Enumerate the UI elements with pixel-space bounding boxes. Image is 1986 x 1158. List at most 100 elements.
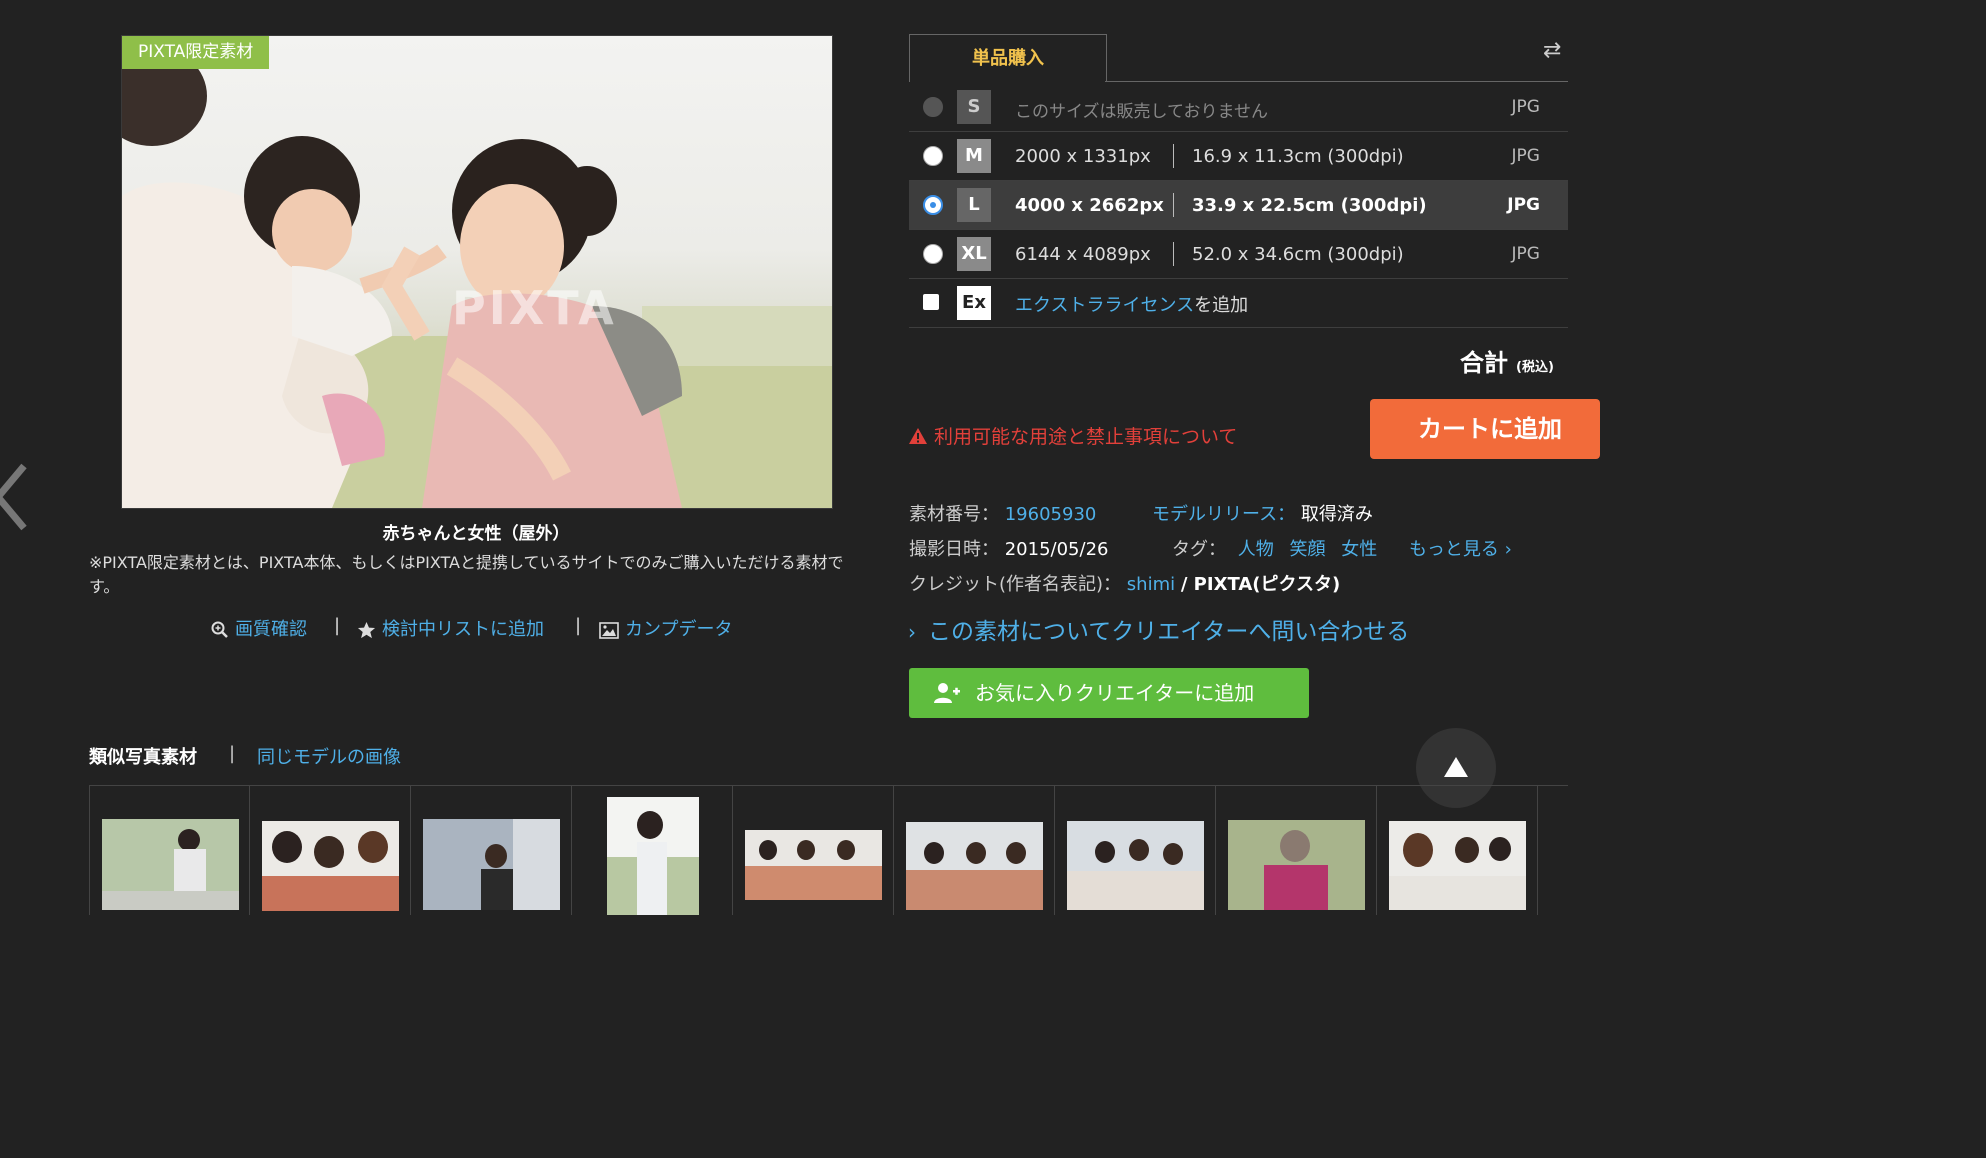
- size-row-xl[interactable]: XL 6144 x 4089px 52.0 x 34.6cm (300dpi) …: [909, 230, 1568, 279]
- add-watchlist-label: 検討中リストに追加: [382, 619, 544, 640]
- size-cm: 33.9 x 22.5cm (300dpi): [1192, 195, 1427, 216]
- similar-thumbnail[interactable]: [893, 786, 1054, 915]
- size-radio-l[interactable]: [923, 195, 943, 215]
- credit-suffix: / PIXTA(ピクスタ): [1180, 574, 1341, 595]
- creator-inquiry-link[interactable]: › この素材についてクリエイターへ問い合わせる: [908, 612, 1409, 646]
- size-format: JPG: [1511, 244, 1540, 264]
- similar-thumbnail[interactable]: [1376, 786, 1537, 915]
- thumbnail-image: [745, 830, 882, 900]
- total-text: 合計: [1460, 349, 1508, 377]
- thumbnail-image: [1067, 821, 1204, 910]
- thumbnail-image: [102, 819, 239, 910]
- extra-license-row[interactable]: Ex エクストラライセンスを追加: [909, 279, 1568, 328]
- watermark: PIXTA: [452, 281, 617, 335]
- size-badge-l: L: [957, 188, 991, 222]
- same-model-link[interactable]: 同じモデルの画像: [257, 743, 401, 769]
- size-cm: 16.9 x 11.3cm (300dpi): [1192, 146, 1404, 167]
- size-pixels: 4000 x 2662px: [1015, 195, 1164, 216]
- add-favorite-creator-button[interactable]: お気に入りクリエイターに追加: [909, 668, 1309, 718]
- size-pixels: 6144 x 4089px: [1015, 244, 1151, 265]
- chevron-right-icon: ›: [1504, 539, 1512, 560]
- size-radio-m[interactable]: [923, 146, 943, 166]
- size-divider: [1173, 144, 1174, 168]
- extra-license-checkbox[interactable]: [923, 294, 939, 310]
- credit-author-link[interactable]: shimi: [1127, 574, 1175, 595]
- size-pixels: 2000 x 1331px: [1015, 146, 1151, 167]
- similar-thumbnail[interactable]: [89, 786, 250, 915]
- shoot-date-row: 撮影日時： 2015/05/26: [909, 535, 1108, 561]
- tools-separator: |: [334, 615, 341, 636]
- similar-thumbnail[interactable]: [249, 786, 410, 915]
- model-release-label[interactable]: モデルリリース：: [1152, 504, 1295, 525]
- add-favorite-creator-label: お気に入りクリエイターに追加: [975, 681, 1255, 705]
- size-format: JPG: [1507, 195, 1540, 215]
- tools-separator: |: [575, 615, 582, 636]
- previous-arrow-icon[interactable]: [0, 462, 30, 532]
- similar-thumbnail[interactable]: [410, 786, 571, 915]
- size-row-m[interactable]: M 2000 x 1331px 16.9 x 11.3cm (300dpi) J…: [909, 132, 1568, 181]
- tags-row: タグ： 人物 笑顔 女性 もっと見る ›: [1172, 535, 1512, 561]
- tag-link[interactable]: 笑顔: [1289, 539, 1325, 560]
- quality-check-link[interactable]: 画質確認: [211, 615, 307, 641]
- quality-check-label: 画質確認: [235, 619, 307, 640]
- more-tags-link[interactable]: もっと見る: [1409, 539, 1499, 560]
- tag-link[interactable]: 女性: [1341, 539, 1377, 560]
- model-release-row: モデルリリース： 取得済み: [1152, 500, 1373, 526]
- exclusive-badge: PIXTA限定素材: [122, 36, 270, 69]
- size-format: JPG: [1511, 97, 1540, 117]
- tag-link[interactable]: 人物: [1238, 539, 1274, 560]
- size-cm: 52.0 x 34.6cm (300dpi): [1192, 244, 1404, 265]
- similar-photos-heading[interactable]: 類似写真素材: [89, 743, 197, 769]
- photo-illustration: [122, 46, 832, 508]
- similar-thumbnail[interactable]: [1215, 786, 1376, 915]
- shoot-date-value: 2015/05/26: [1004, 539, 1109, 560]
- thumbnail-image: [262, 821, 399, 911]
- add-to-cart-button[interactable]: カートに追加: [1370, 399, 1600, 459]
- add-user-icon: [934, 683, 960, 703]
- usage-warning-text: 利用可能な用途と禁止事項について: [934, 426, 1238, 448]
- usage-warning-link[interactable]: 利用可能な用途と禁止事項について: [908, 422, 1237, 449]
- zoom-icon: [211, 621, 228, 638]
- size-row-s: S このサイズは販売しておりません JPG: [909, 83, 1568, 132]
- exclusive-note: ※PIXTA限定素材とは、PIXTA本体、もしくはPIXTAと提携しているサイト…: [89, 553, 844, 596]
- total-label: 合計 (税込): [1460, 343, 1554, 378]
- size-badge-ex: Ex: [957, 286, 991, 320]
- credit-row: クレジット(作者名表記)： shimi / PIXTA(ピクスタ): [909, 570, 1340, 596]
- star-icon: [357, 621, 376, 638]
- photo-caption: 赤ちゃんと女性（屋外）: [382, 524, 570, 544]
- thumbnail-image: [906, 822, 1043, 910]
- material-id-label: 素材番号：: [909, 504, 999, 525]
- size-unavailable-text: このサイズは販売しておりません: [1015, 102, 1268, 122]
- swap-icon[interactable]: ⇄: [1543, 38, 1561, 63]
- material-id-link[interactable]: 19605930: [1005, 504, 1097, 525]
- add-watchlist-link[interactable]: 検討中リストに追加: [357, 615, 544, 641]
- similar-thumbnail[interactable]: [1054, 786, 1215, 915]
- size-radio-s: [923, 97, 943, 117]
- material-id-row: 素材番号： 19605930: [909, 500, 1096, 526]
- size-badge-s: S: [957, 90, 991, 124]
- size-badge-m: M: [957, 139, 991, 173]
- similar-thumbnail[interactable]: [1537, 786, 1569, 915]
- credit-label: クレジット(作者名表記)：: [909, 574, 1122, 595]
- similar-thumbnail-strip: [89, 785, 1568, 915]
- similar-thumbnail[interactable]: [571, 786, 732, 915]
- size-divider: [1173, 193, 1174, 217]
- size-format: JPG: [1511, 146, 1540, 166]
- similar-thumbnail[interactable]: [732, 786, 893, 915]
- main-photo[interactable]: PIXTA限定素材 PIXTA: [121, 35, 833, 509]
- total-tax: (税込): [1516, 360, 1554, 375]
- chevron-right-icon: ›: [908, 620, 916, 644]
- size-radio-xl[interactable]: [923, 244, 943, 264]
- size-row-l[interactable]: L 4000 x 2662px 33.9 x 22.5cm (300dpi) J…: [909, 181, 1568, 230]
- comp-data-label: カンプデータ: [625, 619, 733, 640]
- thumbnail-image: [423, 819, 560, 910]
- extra-license-link[interactable]: エクストラライセンス: [1015, 295, 1194, 316]
- model-release-value: 取得済み: [1300, 504, 1373, 525]
- size-badge-xl: XL: [957, 237, 991, 271]
- thumbnail-image: [607, 797, 699, 915]
- similar-separator: |: [229, 743, 236, 764]
- tab-single-purchase[interactable]: 単品購入: [909, 34, 1107, 82]
- tab-divider: [1105, 81, 1568, 82]
- comp-data-link[interactable]: カンプデータ: [599, 615, 732, 641]
- size-divider: [1173, 242, 1174, 266]
